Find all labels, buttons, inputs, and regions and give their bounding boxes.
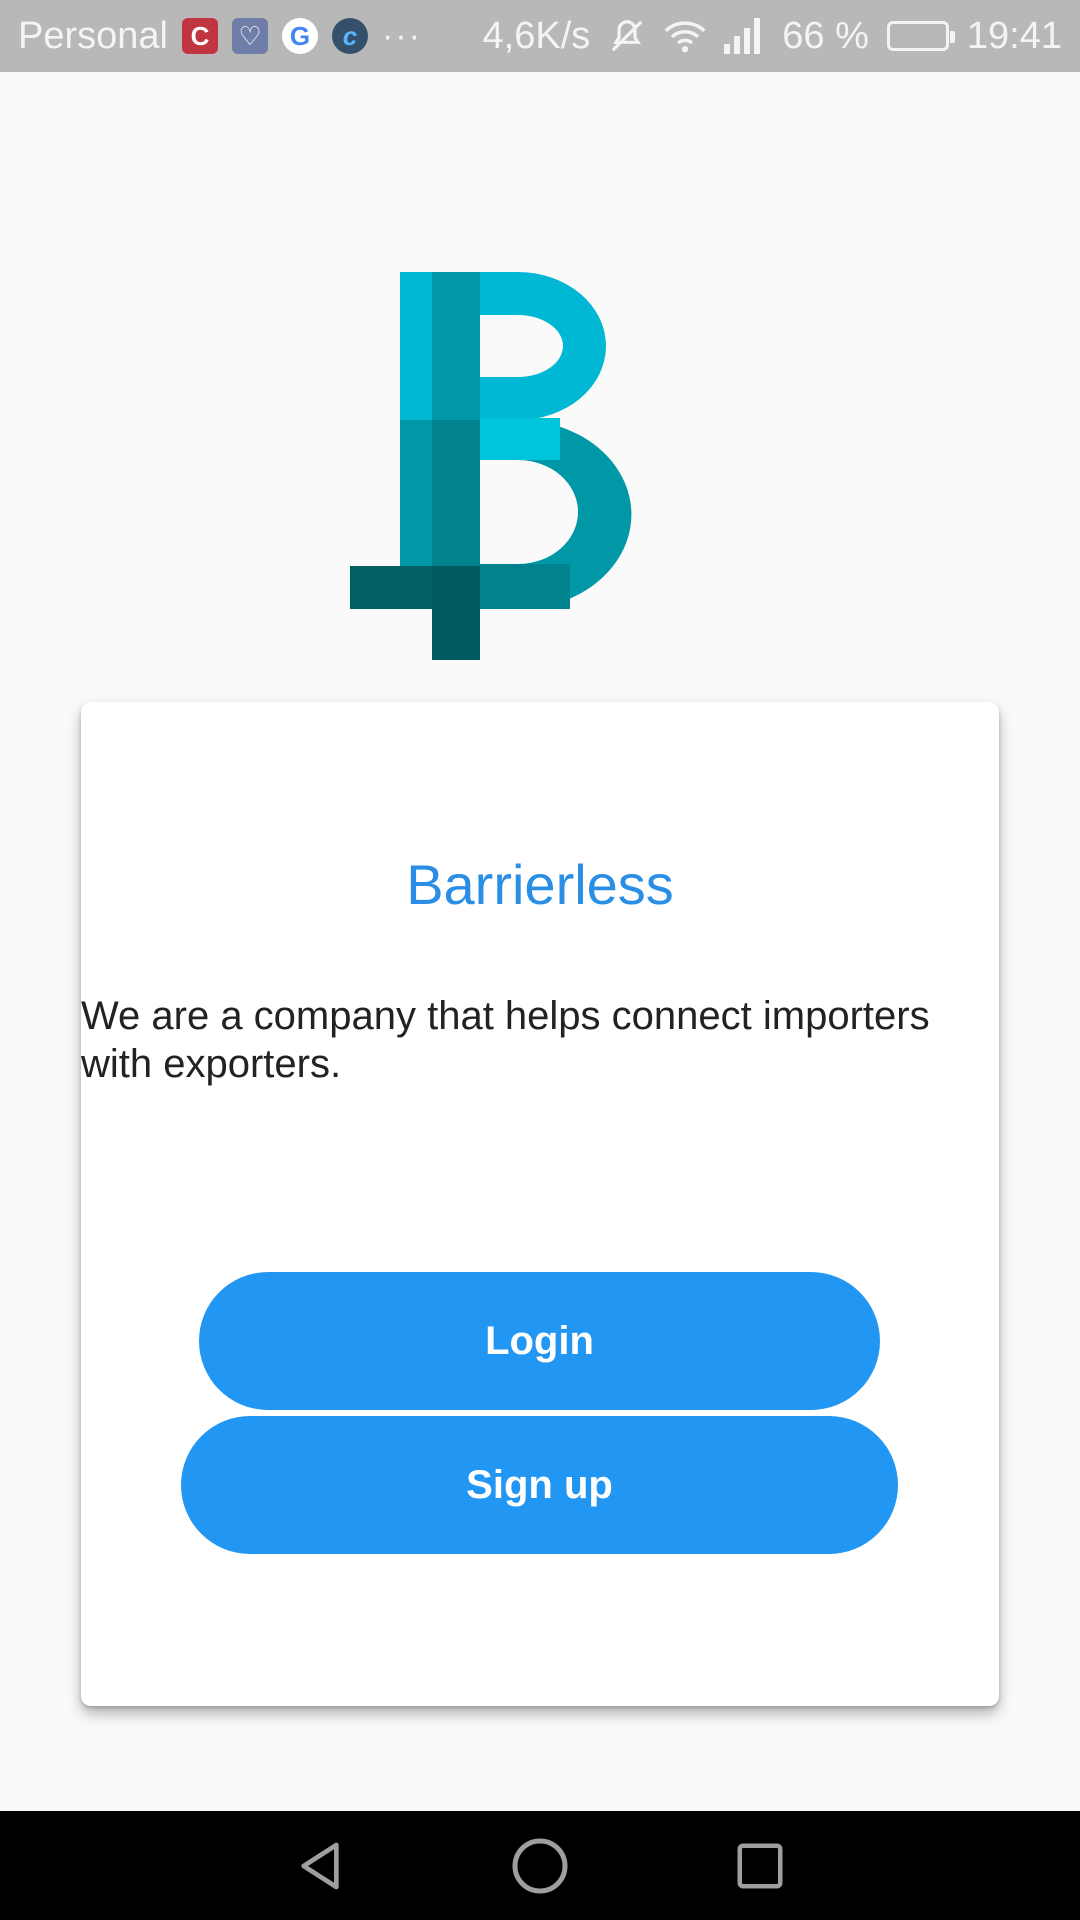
battery-percent: 66 % — [782, 14, 869, 57]
logo-cross-vertical — [432, 566, 480, 660]
google-icon: G — [281, 18, 318, 54]
logo-stem-top — [432, 272, 480, 420]
status-right: 4,6K/s 66 % 19:41 — [483, 15, 1062, 58]
signup-button[interactable]: Sign up — [181, 1416, 898, 1554]
home-icon[interactable] — [505, 1831, 575, 1901]
battery-icon — [886, 21, 955, 51]
mute-icon — [611, 20, 643, 52]
clock: 19:41 — [966, 14, 1062, 57]
logo-stem-middle — [432, 420, 480, 566]
more-notifications-icon: ··· — [381, 16, 422, 55]
app-description: We are a company that helps connect impo… — [81, 994, 930, 1086]
signal-icon — [724, 18, 761, 54]
health-icon: ♡ — [231, 18, 268, 54]
app-title: Barrierless — [406, 853, 674, 916]
welcome-card: Barrierless We are a company that helps … — [81, 702, 999, 1706]
status-left: Personal C ♡ G c ··· — [18, 15, 422, 58]
profile-label: Personal — [18, 14, 168, 57]
wifi-icon — [664, 21, 706, 53]
barrierless-logo — [350, 272, 632, 660]
status-bar: Personal C ♡ G c ··· 4,6K/s 66 % 19:41 — [0, 0, 1080, 72]
login-button[interactable]: Login — [199, 1272, 880, 1410]
navigation-bar — [0, 1811, 1080, 1920]
c-circle-icon: c — [331, 18, 368, 54]
c-app-icon: C — [181, 18, 218, 54]
back-icon[interactable] — [285, 1831, 355, 1901]
recents-icon[interactable] — [725, 1831, 795, 1901]
network-speed: 4,6K/s — [482, 14, 591, 57]
logo-bottom-bar — [480, 564, 570, 609]
